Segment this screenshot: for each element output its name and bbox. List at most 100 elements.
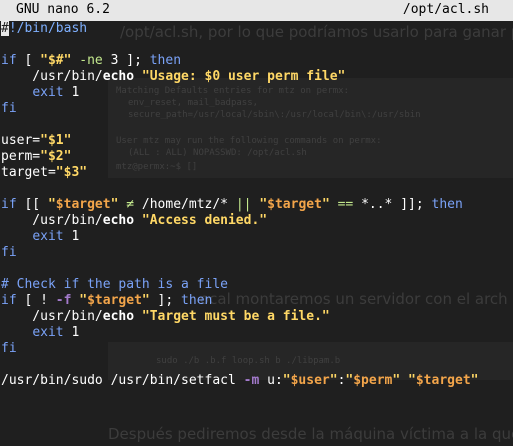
code-token: $user (290, 373, 330, 388)
code-line[interactable]: fi (1, 341, 478, 357)
code-line[interactable]: /usr/bin/sudo /usr/bin/setfacl -m u:"$us… (1, 373, 478, 389)
code-line[interactable]: exit 1 (1, 229, 478, 245)
code-line[interactable] (1, 357, 478, 373)
app-title: GNU nano 6.2 (16, 2, 110, 17)
code-line[interactable]: /usr/bin/echo "Access denied." (1, 213, 478, 229)
code-token: exit (32, 325, 64, 340)
code-token: fi (1, 341, 17, 356)
background-text: Después pediremos desde la máquina vícti… (108, 425, 513, 443)
code-token: " (470, 373, 479, 388)
code-token: /usr/bin/sudo /usr/bin/setfacl (1, 373, 244, 388)
code-token: "$3" (55, 165, 88, 180)
code-token: /home/mtz/* (134, 197, 236, 212)
code-token: -m (243, 373, 260, 388)
code-token: /usr/bin/ (1, 213, 103, 228)
file-path: /opt/acl.sh (402, 2, 489, 17)
code-token: ≠ (126, 197, 135, 212)
code-token: " (321, 197, 330, 212)
code-line[interactable]: exit 1 (1, 85, 478, 101)
code-line[interactable] (1, 181, 478, 197)
code-token: u: (259, 373, 283, 388)
code-token: echo (102, 309, 135, 324)
code-token: 1 (63, 325, 80, 340)
code-token: then (181, 293, 213, 308)
code-line[interactable]: user="$1" (1, 133, 478, 149)
code-token: fi (1, 101, 17, 116)
code-token: /usr/bin/ (1, 69, 103, 84)
code-token: "$#" (40, 53, 72, 68)
code-token: *..* ]]; (353, 197, 432, 212)
code-line[interactable] (1, 37, 478, 53)
code-token: ]; (149, 293, 182, 308)
code-token: user= (1, 133, 41, 148)
code-token: " (329, 373, 338, 388)
code-token: 3 ]; (102, 53, 150, 68)
code-token: [[ (16, 197, 48, 212)
code-token: || (235, 197, 252, 212)
code-token: if (1, 53, 17, 68)
code-token: # Check if the path is a file (1, 277, 228, 292)
code-token: "Usage: $0 user perm file" (141, 69, 346, 84)
code-token: -f (55, 293, 72, 308)
code-token: if (1, 197, 17, 212)
code-line[interactable] (1, 117, 478, 133)
code-token: then (431, 197, 463, 212)
code-token: [ (16, 53, 41, 68)
code-line[interactable]: target="$3" (1, 165, 478, 181)
code-token: perm= (1, 149, 41, 164)
code-token: exit (32, 85, 64, 100)
code-line[interactable]: if [ ! -f "$target" ]; then (1, 293, 478, 309)
code-line[interactable]: if [[ "$target" ≠ /home/mtz/* || "$targe… (1, 197, 478, 213)
code-token: 1 (63, 229, 80, 244)
code-token: " (282, 373, 291, 388)
code-token: $target (55, 197, 111, 212)
code-token: $target (267, 197, 322, 212)
code-token: $perm (353, 373, 393, 388)
code-token: if (1, 293, 17, 308)
code-line[interactable] (1, 261, 478, 277)
code-line[interactable]: /usr/bin/echo "Target must be a file." (1, 309, 478, 325)
code-line[interactable]: if [ "$#" -ne 3 ]; then (1, 53, 478, 69)
code-token: echo (102, 69, 135, 84)
code-line[interactable]: exit 1 (1, 325, 478, 341)
code-token: 1 (63, 85, 80, 100)
code-token: target= (1, 165, 56, 180)
code-token: [ ! (16, 293, 56, 308)
code-token: " (47, 197, 56, 212)
code-line[interactable]: /usr/bin/echo "Usage: $0 user perm file" (1, 69, 478, 85)
code-token: /usr/bin/ (1, 309, 103, 324)
code-token: " (141, 293, 150, 308)
nano-title-bar: GNU nano 6.2 /opt/acl.sh (0, 0, 513, 21)
editor-text-area[interactable]: #!/bin/bash if [ "$#" -ne 3 ]; then /usr/… (1, 21, 478, 389)
code-token: " (79, 293, 88, 308)
code-token: "Access denied." (141, 213, 268, 228)
code-token: exit (32, 229, 64, 244)
code-token: $target (415, 373, 471, 388)
text-cursor: # (1, 21, 9, 36)
code-line[interactable]: perm="$2" (1, 149, 478, 165)
code-token: == (337, 197, 354, 212)
code-line[interactable]: # Check if the path is a file (1, 277, 478, 293)
code-token: " (408, 373, 416, 388)
code-line[interactable]: fi (1, 245, 478, 261)
code-token: echo (102, 213, 135, 228)
code-token: "$1" (40, 133, 72, 148)
code-token: fi (1, 245, 17, 260)
code-token: !/bin/bash (8, 21, 88, 36)
code-token: "Target must be a file." (141, 309, 330, 324)
code-token: then (149, 53, 182, 68)
code-token: $target (87, 293, 142, 308)
code-token: "$2" (40, 149, 72, 164)
code-token: " (259, 197, 268, 212)
code-line[interactable]: #!/bin/bash (1, 21, 478, 37)
code-line[interactable]: fi (1, 101, 478, 117)
code-token: -ne (79, 53, 103, 68)
